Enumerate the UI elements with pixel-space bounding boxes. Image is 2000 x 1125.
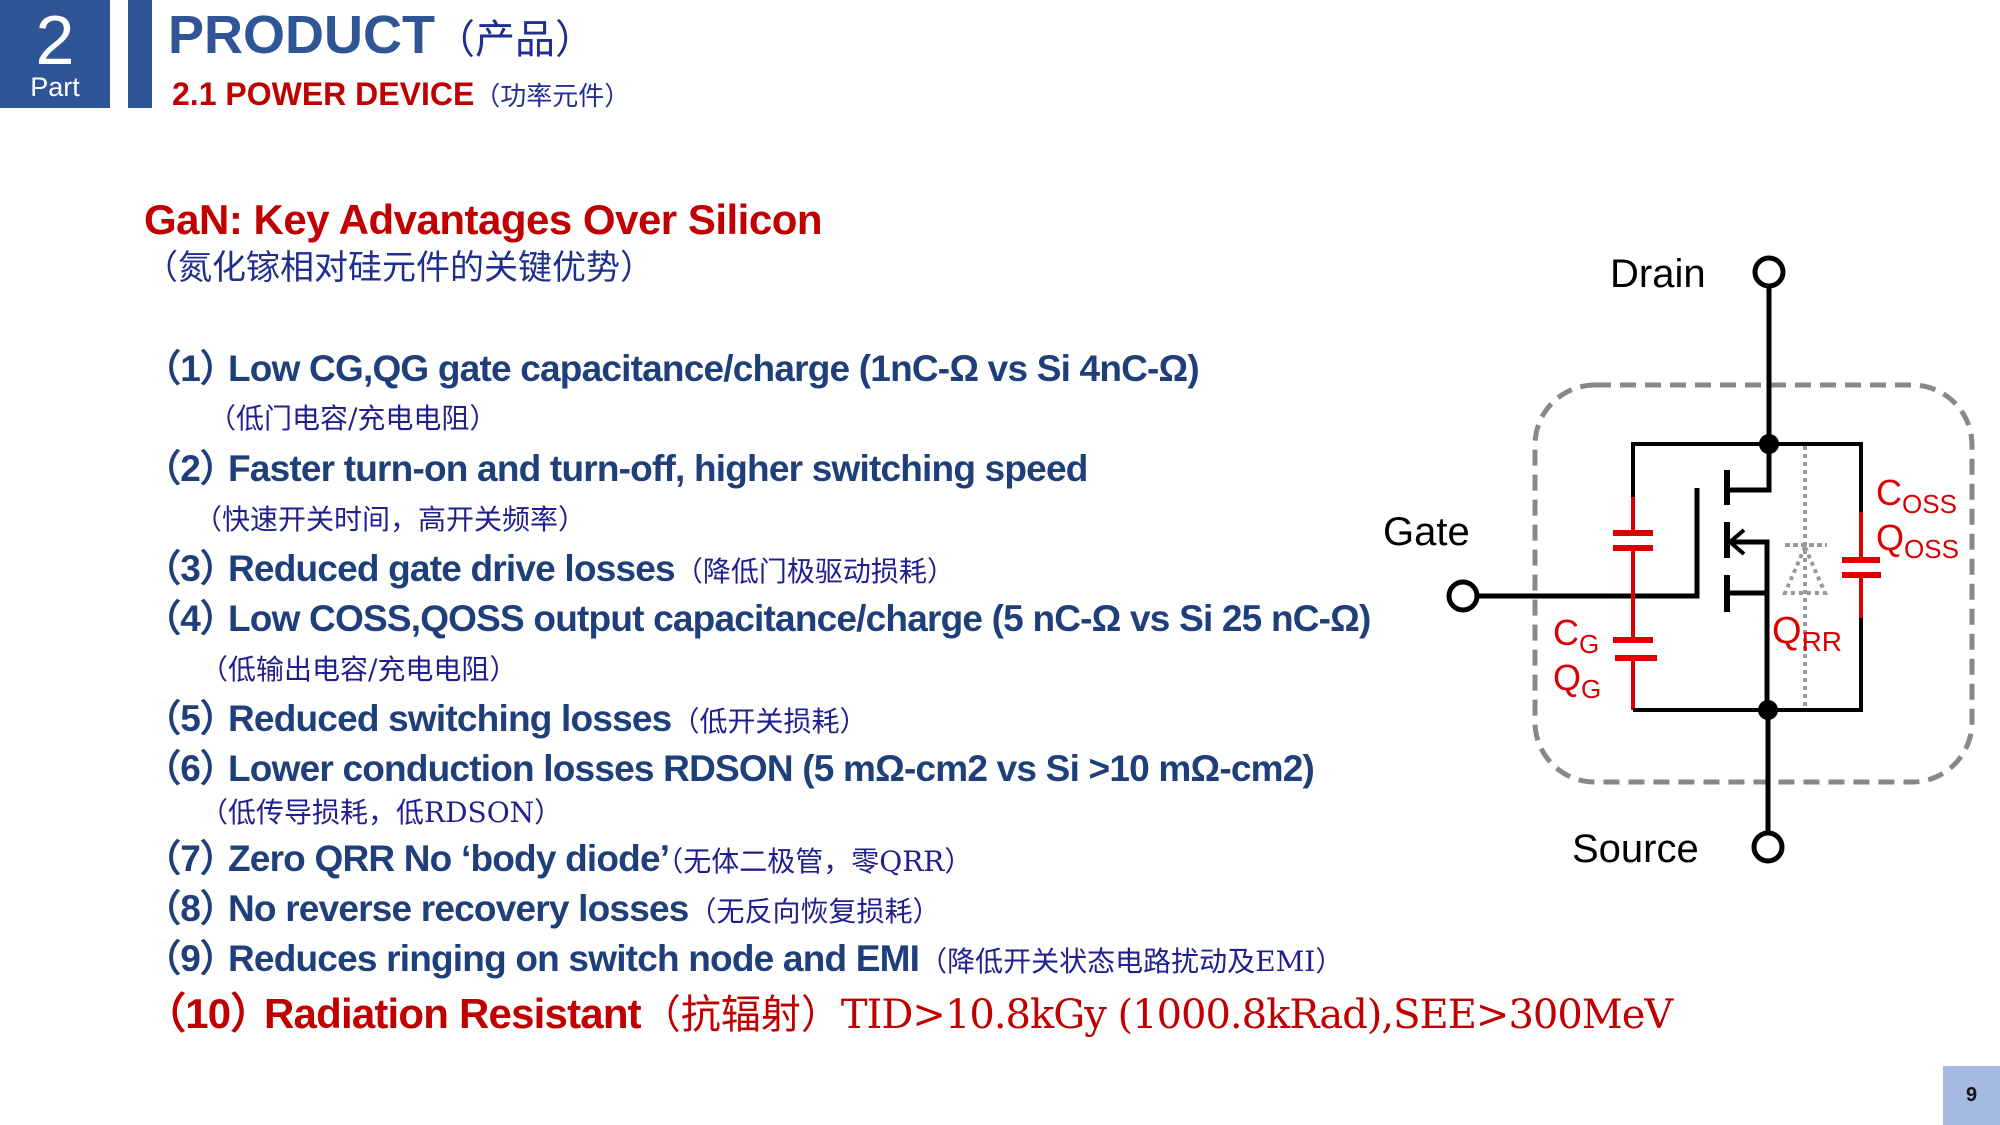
drain-label: Drain (1610, 252, 1706, 296)
gan-fet-circuit-diagram: Drain Gate CG QG COSS QOSS QRR Source (1383, 252, 1975, 871)
coss-sub: OSS (1902, 489, 1957, 519)
qoss-label: QOSS (1876, 517, 1959, 564)
qg-main: Q (1553, 657, 1581, 698)
drain-terminal (1752, 255, 1786, 289)
cg-main: C (1553, 612, 1579, 653)
qoss-main: Q (1876, 517, 1904, 558)
source-terminal (1751, 830, 1785, 864)
qrr-sub: RR (1802, 626, 1842, 657)
gate-label: Gate (1383, 510, 1470, 554)
cg-label: CG (1553, 612, 1599, 659)
qrr-label: QRR (1772, 610, 1842, 657)
cg-sub: G (1579, 629, 1599, 659)
coss-main: C (1876, 472, 1902, 513)
gate-terminal (1446, 579, 1480, 613)
qg-label: QG (1553, 657, 1601, 704)
page-number: 9 (1943, 1066, 2000, 1125)
top-rail (1631, 442, 1863, 512)
gate-wire (1477, 488, 1700, 599)
qg-sub: G (1581, 674, 1601, 704)
source-body-wire (1730, 539, 1770, 710)
qrr-main: Q (1772, 610, 1802, 652)
source-label: Source (1572, 827, 1699, 871)
coss-label: COSS (1876, 472, 1957, 519)
qoss-sub: OSS (1904, 534, 1959, 564)
